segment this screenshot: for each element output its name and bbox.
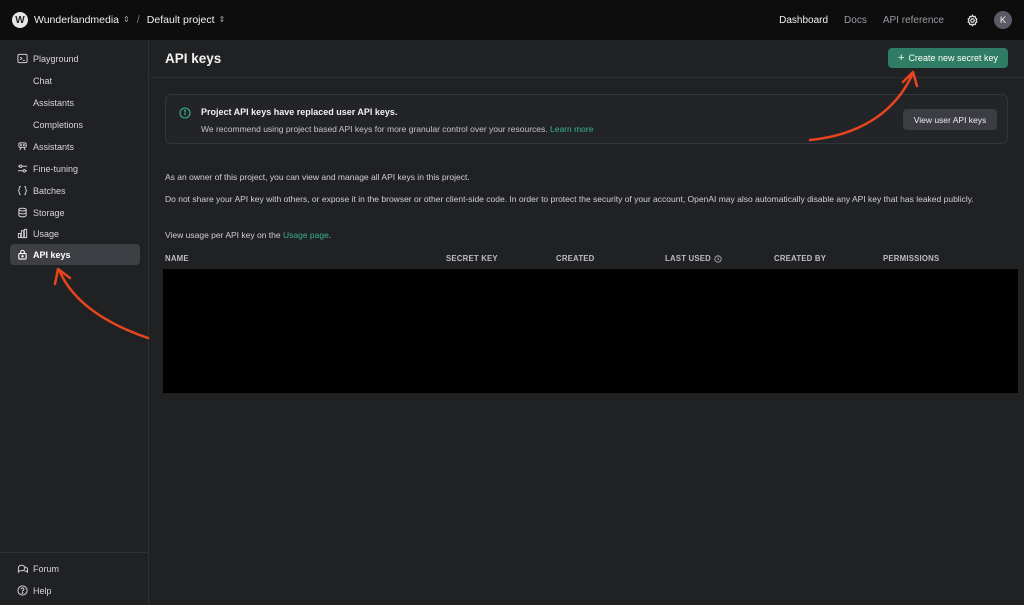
- sidebar-item-label: Assistants: [33, 97, 75, 108]
- usage-page-link[interactable]: Usage page: [283, 230, 329, 240]
- nav-api-reference[interactable]: API reference: [883, 15, 944, 26]
- sidebar: Playground Chat Assistants Completions A…: [0, 40, 149, 605]
- sidebar-item-usage[interactable]: Usage: [10, 223, 140, 244]
- create-secret-key-button[interactable]: + Create new secret key: [888, 48, 1008, 68]
- sidebar-item-label: Fine-tuning: [33, 163, 79, 174]
- nav-dashboard[interactable]: Dashboard: [779, 15, 828, 26]
- help-icon: [16, 585, 28, 597]
- sidebar-item-label: Storage: [33, 207, 65, 218]
- info-icon: [179, 107, 191, 119]
- chat-bubbles-icon: [16, 563, 28, 575]
- info-banner-text: We recommend using project based API key…: [201, 124, 593, 134]
- sidebar-item-playground[interactable]: Playground: [10, 48, 140, 69]
- settings-gear-icon[interactable]: [964, 12, 980, 28]
- usage-text-prefix: View usage per API key on the: [165, 230, 283, 240]
- robot-icon: [16, 141, 28, 153]
- org-switcher[interactable]: Wunderlandmedia ⇕: [34, 14, 130, 26]
- sidebar-item-fine-tuning[interactable]: Fine-tuning: [10, 158, 140, 179]
- column-header-secret-key: SECRET KEY: [446, 254, 498, 263]
- bar-chart-icon: [16, 228, 28, 240]
- sidebar-item-label: API keys: [33, 249, 71, 260]
- user-avatar[interactable]: K: [994, 11, 1012, 29]
- terminal-icon: [16, 53, 28, 65]
- usage-text: View usage per API key on the Usage page…: [165, 229, 1015, 242]
- project-switcher[interactable]: Default project ⇕: [147, 14, 225, 26]
- clock-icon[interactable]: [714, 254, 722, 263]
- sidebar-item-label: Help: [33, 585, 52, 596]
- page-header: API keys + Create new secret key: [150, 40, 1024, 78]
- sidebar-item-label: Completions: [33, 119, 84, 130]
- sidebar-item-api-keys[interactable]: API keys: [10, 244, 140, 265]
- sidebar-item-completions[interactable]: Completions: [10, 114, 140, 135]
- info-banner-description: We recommend using project based API key…: [201, 124, 548, 134]
- view-user-api-keys-button[interactable]: View user API keys: [903, 109, 997, 130]
- sidebar-item-batches[interactable]: Batches: [10, 180, 140, 201]
- sidebar-item-storage[interactable]: Storage: [10, 202, 140, 223]
- sliders-icon: [16, 163, 28, 175]
- column-header-last-used: LAST USED: [665, 254, 722, 263]
- sidebar-item-label: Forum: [33, 563, 60, 574]
- learn-more-link[interactable]: Learn more: [550, 124, 593, 134]
- project-name: Default project: [146, 14, 215, 26]
- chevron-up-down-icon: ⇕: [218, 15, 226, 24]
- sidebar-item-playground-assistants[interactable]: Assistants: [10, 92, 140, 113]
- sidebar-item-label: Assistants: [33, 141, 75, 152]
- column-header-created: CREATED: [556, 254, 595, 263]
- usage-text-suffix: .: [328, 230, 332, 240]
- main-content: API keys + Create new secret key Project…: [150, 40, 1024, 605]
- column-header-label: LAST USED: [665, 254, 711, 263]
- info-banner: Project API keys have replaced user API …: [165, 94, 1008, 144]
- sidebar-item-label: Playground: [33, 53, 79, 64]
- sidebar-item-label: Usage: [33, 228, 60, 239]
- ownership-text: As an owner of this project, you can vie…: [165, 172, 470, 182]
- sidebar-item-chat[interactable]: Chat: [10, 70, 140, 91]
- column-header-permissions: PERMISSIONS: [883, 254, 940, 263]
- database-icon: [16, 207, 28, 219]
- lock-icon: [16, 249, 28, 261]
- org-avatar[interactable]: W: [12, 12, 28, 28]
- sidebar-item-forum[interactable]: Forum: [10, 558, 140, 579]
- security-warning-text: Do not share your API key with others, o…: [165, 194, 974, 204]
- braces-icon: [16, 185, 28, 197]
- info-banner-title: Project API keys have replaced user API …: [201, 107, 398, 117]
- sidebar-item-help[interactable]: Help: [10, 580, 140, 601]
- plus-icon: +: [898, 52, 905, 64]
- page-title: API keys: [165, 51, 222, 66]
- sidebar-item-label: Chat: [33, 75, 53, 86]
- column-header-name: NAME: [165, 254, 189, 263]
- sidebar-item-assistants[interactable]: Assistants: [10, 136, 140, 157]
- sidebar-item-label: Batches: [33, 185, 66, 196]
- create-secret-key-label: Create new secret key: [908, 53, 998, 63]
- top-bar: W Wunderlandmedia ⇕ / Default project ⇕ …: [0, 0, 1024, 40]
- org-name: Wunderlandmedia: [34, 14, 120, 26]
- sidebar-divider: [0, 552, 149, 553]
- breadcrumb-separator: /: [136, 14, 140, 26]
- chevron-up-down-icon: ⇕: [123, 15, 130, 24]
- redacted-keys-table: [163, 269, 1018, 393]
- column-header-created-by: CREATED BY: [774, 254, 827, 263]
- top-nav: Dashboard Docs API reference K: [763, 11, 1012, 29]
- nav-docs[interactable]: Docs: [844, 15, 867, 26]
